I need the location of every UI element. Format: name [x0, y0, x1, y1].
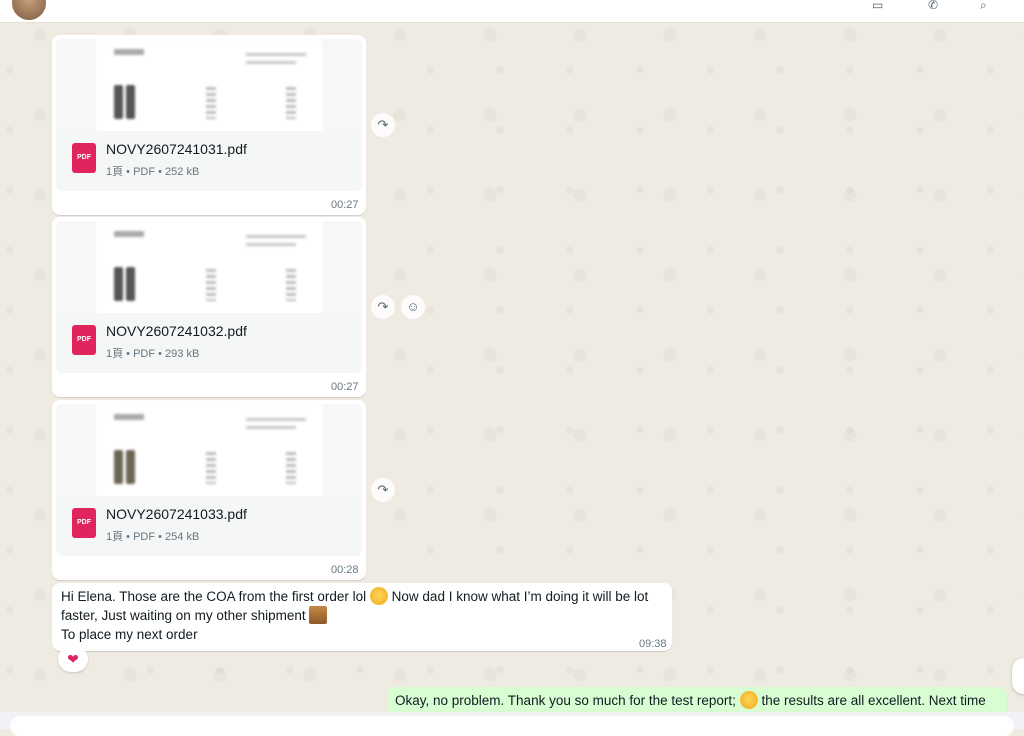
message-text-part: Now dad I know what I’m doing it will be…	[391, 589, 649, 604]
contact-avatar[interactable]	[12, 0, 46, 20]
message-text-part: Okay, no problem. Thank you so much for …	[395, 693, 736, 708]
document-thumbnail	[96, 404, 322, 498]
pdf-icon: PDF	[72, 143, 96, 173]
file-preview[interactable]	[56, 404, 362, 498]
file-meta: 1頁 • PDF • 252 kB	[106, 166, 200, 178]
emoji-reaction-icon[interactable]: ☺	[401, 295, 425, 319]
scroll-to-bottom-button[interactable]	[1012, 658, 1024, 694]
document-thumbnail	[96, 221, 322, 315]
video-call-icon[interactable]: ▭	[872, 0, 886, 11]
message-text-part: the results are all excellent. Next time	[761, 693, 986, 708]
message-time: 09:38	[639, 638, 667, 650]
forward-icon[interactable]: ↷	[371, 478, 395, 502]
forward-icon[interactable]: ↷	[371, 295, 395, 319]
file-info[interactable]: PDF NOVY2607241032.pdf 1頁 • PDF • 293 kB	[56, 313, 362, 373]
chat-header: ▭ ✆ ⌕	[0, 0, 1024, 23]
message-text: Hi Elena. Those are the COA from the fir…	[61, 587, 661, 644]
compose-bar	[0, 712, 1024, 736]
search-icon[interactable]: ⌕	[980, 0, 994, 11]
voice-call-icon[interactable]: ✆	[928, 0, 942, 11]
file-meta: 1頁 • PDF • 293 kB	[106, 348, 200, 360]
file-message[interactable]: PDF NOVY2607241033.pdf 1頁 • PDF • 254 kB…	[52, 400, 366, 580]
message-text-part: To place my next order	[61, 627, 198, 642]
file-info[interactable]: PDF NOVY2607241031.pdf 1頁 • PDF • 252 kB	[56, 131, 362, 191]
message-time: 00:27	[331, 199, 359, 211]
file-message[interactable]: PDF NOVY2607241032.pdf 1頁 • PDF • 293 kB…	[52, 217, 366, 397]
incoming-message[interactable]: Hi Elena. Those are the COA from the fir…	[52, 583, 672, 651]
message-time: 00:28	[331, 564, 359, 576]
forward-icon[interactable]: ↷	[371, 113, 395, 137]
document-thumbnail	[96, 39, 322, 133]
file-name: NOVY2607241033.pdf	[106, 506, 247, 522]
message-input[interactable]	[10, 716, 1014, 736]
pdf-icon: PDF	[72, 325, 96, 355]
file-meta: 1頁 • PDF • 254 kB	[106, 531, 200, 543]
message-text-part: Hi Elena. Those are the COA from the fir…	[61, 589, 367, 604]
pdf-icon: PDF	[72, 508, 96, 538]
file-preview[interactable]	[56, 221, 362, 315]
message-text: Okay, no problem. Thank you so much for …	[395, 691, 995, 710]
message-time: 00:27	[331, 381, 359, 393]
laughing-emoji-icon	[369, 587, 388, 605]
smiling-emoji-icon	[739, 691, 758, 709]
file-preview[interactable]	[56, 39, 362, 133]
file-message[interactable]: PDF NOVY2607241031.pdf 1頁 • PDF • 252 kB…	[52, 35, 366, 215]
file-info[interactable]: PDF NOVY2607241033.pdf 1頁 • PDF • 254 kB	[56, 496, 362, 556]
file-name: NOVY2607241031.pdf	[106, 141, 247, 157]
file-name: NOVY2607241032.pdf	[106, 323, 247, 339]
message-text-part: faster, Just waiting on my other shipmen…	[61, 608, 306, 623]
heart-reaction-icon[interactable]: ❤	[58, 646, 88, 672]
package-emoji-icon	[309, 606, 328, 624]
